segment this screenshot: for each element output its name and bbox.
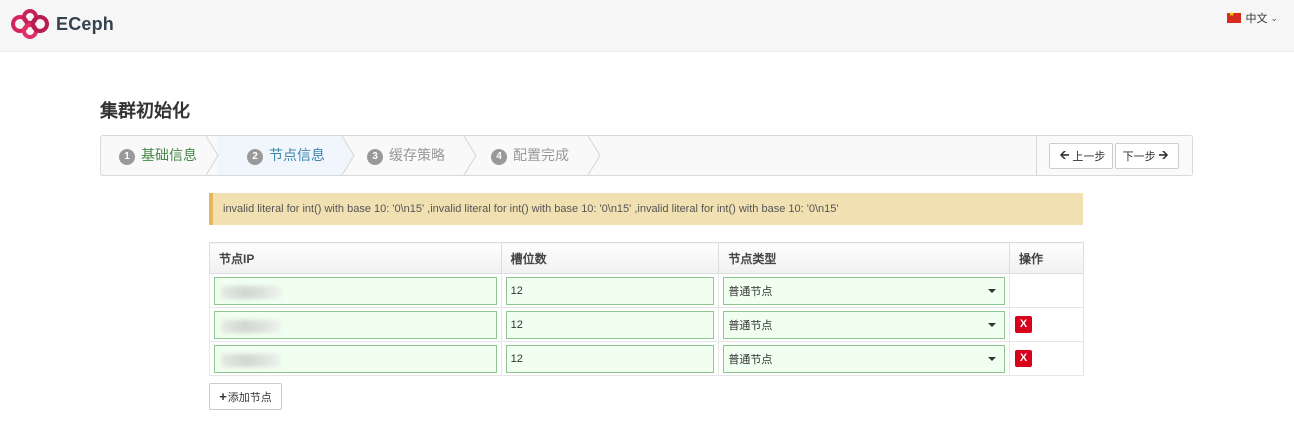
slot-count-input[interactable]: 12 (505, 276, 715, 305)
step-separator-icon (587, 136, 601, 175)
slot-count-input[interactable]: 12 (505, 344, 715, 373)
table-header-row: 节点IP 槽位数 节点类型 操作 (209, 242, 1084, 274)
wizard-step-cache-policy[interactable]: 3 缓存策略 (367, 136, 445, 175)
step-separator-icon (205, 136, 219, 175)
node-ip-input[interactable] (214, 344, 497, 373)
table-row: 12 普通节点 X (209, 341, 1084, 376)
step-number: 3 (367, 149, 383, 165)
china-flag-icon (1227, 10, 1242, 23)
step-separator-icon (341, 136, 355, 175)
slot-count-input[interactable]: 12 (505, 310, 715, 339)
row-actions (1009, 273, 1084, 308)
table-row: 12 普通节点 (209, 273, 1084, 308)
node-ip-input[interactable] (214, 276, 497, 305)
top-bar: ECeph 中文 ⌄ (0, 0, 1294, 52)
caret-down-icon (988, 322, 997, 327)
caret-down-icon (988, 288, 997, 293)
redacted-ip (221, 353, 281, 367)
node-ip-input[interactable] (214, 310, 497, 339)
step-label: 基础信息 (141, 147, 197, 163)
step-number: 1 (119, 149, 135, 165)
next-step-button[interactable]: 下一步 🡪 (1115, 143, 1179, 169)
step-label: 配置完成 (513, 147, 569, 163)
node-table: 节点IP 槽位数 节点类型 操作 12 普通节点 12 普通节点 X 12 普通… (209, 242, 1084, 376)
plus-icon: + (219, 389, 227, 404)
node-type-select[interactable]: 普通节点 (723, 310, 1006, 339)
step-label: 缓存策略 (389, 147, 445, 163)
wizard-step-node-info[interactable]: 2 节点信息 (247, 136, 325, 175)
delete-row-button[interactable]: X (1015, 350, 1033, 367)
add-node-button[interactable]: + 添加节点 (209, 383, 282, 410)
caret-down-icon (988, 356, 997, 361)
redacted-ip (221, 319, 281, 333)
error-alert: invalid literal for int() with base 10: … (209, 193, 1083, 225)
step-number: 2 (247, 149, 263, 165)
wizard-step-complete[interactable]: 4 配置完成 (491, 136, 569, 175)
add-node-label: 添加节点 (227, 391, 272, 404)
language-selector[interactable]: 中文 ⌄ (1227, 10, 1278, 26)
brand-name: ECeph (56, 14, 115, 34)
next-step-label: 下一步 (1122, 151, 1156, 163)
setup-wizard: 1 基础信息 2 节点信息 3 缓存策略 4 配置完成 🡨 上一步 下一步 🡪 (100, 135, 1193, 176)
previous-step-label: 上一步 (1072, 151, 1106, 163)
column-header-node-ip: 节点IP (209, 242, 502, 274)
step-number: 4 (491, 149, 507, 165)
row-actions: X (1009, 307, 1084, 342)
table-row: 12 普通节点 X (209, 307, 1084, 342)
delete-row-button[interactable]: X (1015, 316, 1033, 333)
arrow-right-icon: 🡪 (1158, 147, 1169, 162)
page-title: 集群初始化 (100, 101, 190, 121)
redacted-ip (221, 285, 281, 299)
column-header-actions: 操作 (1009, 242, 1084, 274)
step-separator-icon (463, 136, 477, 175)
column-header-slots: 槽位数 (500, 242, 720, 274)
previous-step-button[interactable]: 🡨 上一步 (1049, 143, 1113, 169)
node-type-select[interactable]: 普通节点 (723, 344, 1006, 373)
wizard-actions: 🡨 上一步 下一步 🡪 (1036, 136, 1192, 175)
arrow-left-icon: 🡨 (1059, 147, 1070, 162)
step-label: 节点信息 (269, 147, 325, 163)
wizard-step-basic-info[interactable]: 1 基础信息 (119, 136, 197, 175)
node-type-select[interactable]: 普通节点 (723, 276, 1006, 305)
eceph-logo-icon (11, 9, 49, 39)
row-actions: X (1009, 341, 1084, 376)
column-header-node-type: 节点类型 (718, 242, 1011, 274)
language-label: 中文 (1245, 13, 1268, 25)
chevron-down-icon: ⌄ (1270, 12, 1278, 23)
